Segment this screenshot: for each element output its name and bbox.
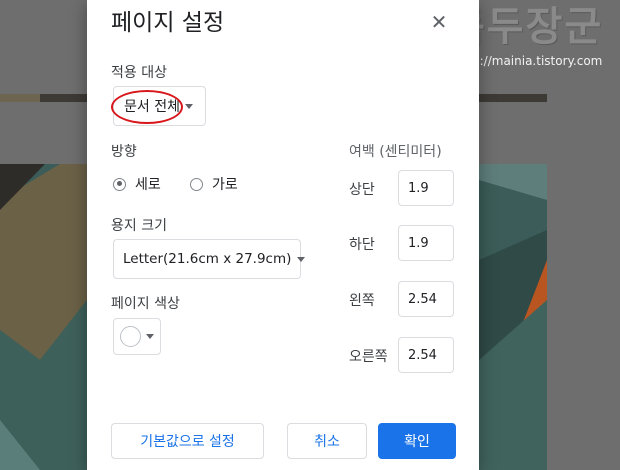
cancel-button[interactable]: 취소 (287, 423, 367, 459)
chevron-down-icon (297, 256, 306, 262)
radio-unselected-icon (190, 177, 203, 191)
dialog-title: 페이지 설정 (111, 10, 225, 36)
margin-bottom-value: 1.9 (408, 235, 429, 251)
close-icon[interactable]: ✕ (429, 12, 449, 32)
chevron-down-icon (184, 103, 193, 109)
margin-left-value: 2.54 (408, 291, 437, 307)
orientation-landscape-radio[interactable]: 가로 (190, 174, 238, 194)
margin-right-value: 2.54 (408, 347, 437, 363)
paper-size-dropdown[interactable]: Letter(21.6cm x 27.9cm) (113, 239, 306, 279)
margin-left-label: 왼쪽 (349, 293, 375, 309)
paper-size-label: 용지 크기 (111, 218, 167, 234)
margin-right-label: 오른쪽 (349, 349, 388, 365)
margin-bottom-input[interactable]: 1.9 (398, 225, 454, 261)
page-setup-dialog: 페이지 설정 ✕ 적용 대상 문서 전체 방향 세로 가로 용지 크기 Lett… (87, 0, 479, 470)
margins-label: 여백 (센티미터) (349, 144, 442, 160)
apply-to-dropdown[interactable]: 문서 전체 (113, 86, 206, 126)
chevron-down-icon (146, 334, 154, 339)
ok-button[interactable]: 확인 (378, 423, 456, 459)
color-swatch-icon (120, 326, 141, 347)
set-default-button[interactable]: 기본값으로 설정 (111, 423, 264, 459)
orientation-portrait-radio[interactable]: 세로 (113, 174, 161, 194)
orientation-label: 방향 (111, 144, 137, 160)
page-color-label: 페이지 색상 (111, 296, 180, 312)
apply-to-label: 적용 대상 (111, 65, 167, 81)
margin-top-label: 상단 (349, 182, 375, 198)
margin-bottom-label: 하단 (349, 237, 375, 253)
margin-top-input[interactable]: 1.9 (398, 170, 454, 206)
orientation-landscape-label: 가로 (212, 177, 238, 193)
margin-top-value: 1.9 (408, 180, 429, 196)
page-color-picker[interactable] (113, 318, 161, 355)
radio-selected-icon (113, 177, 126, 191)
orientation-portrait-label: 세로 (135, 177, 161, 193)
margin-right-input[interactable]: 2.54 (398, 337, 454, 373)
apply-to-value: 문서 전체 (124, 99, 180, 115)
paper-size-value: Letter(21.6cm x 27.9cm) (123, 251, 292, 267)
margin-left-input[interactable]: 2.54 (398, 281, 454, 317)
